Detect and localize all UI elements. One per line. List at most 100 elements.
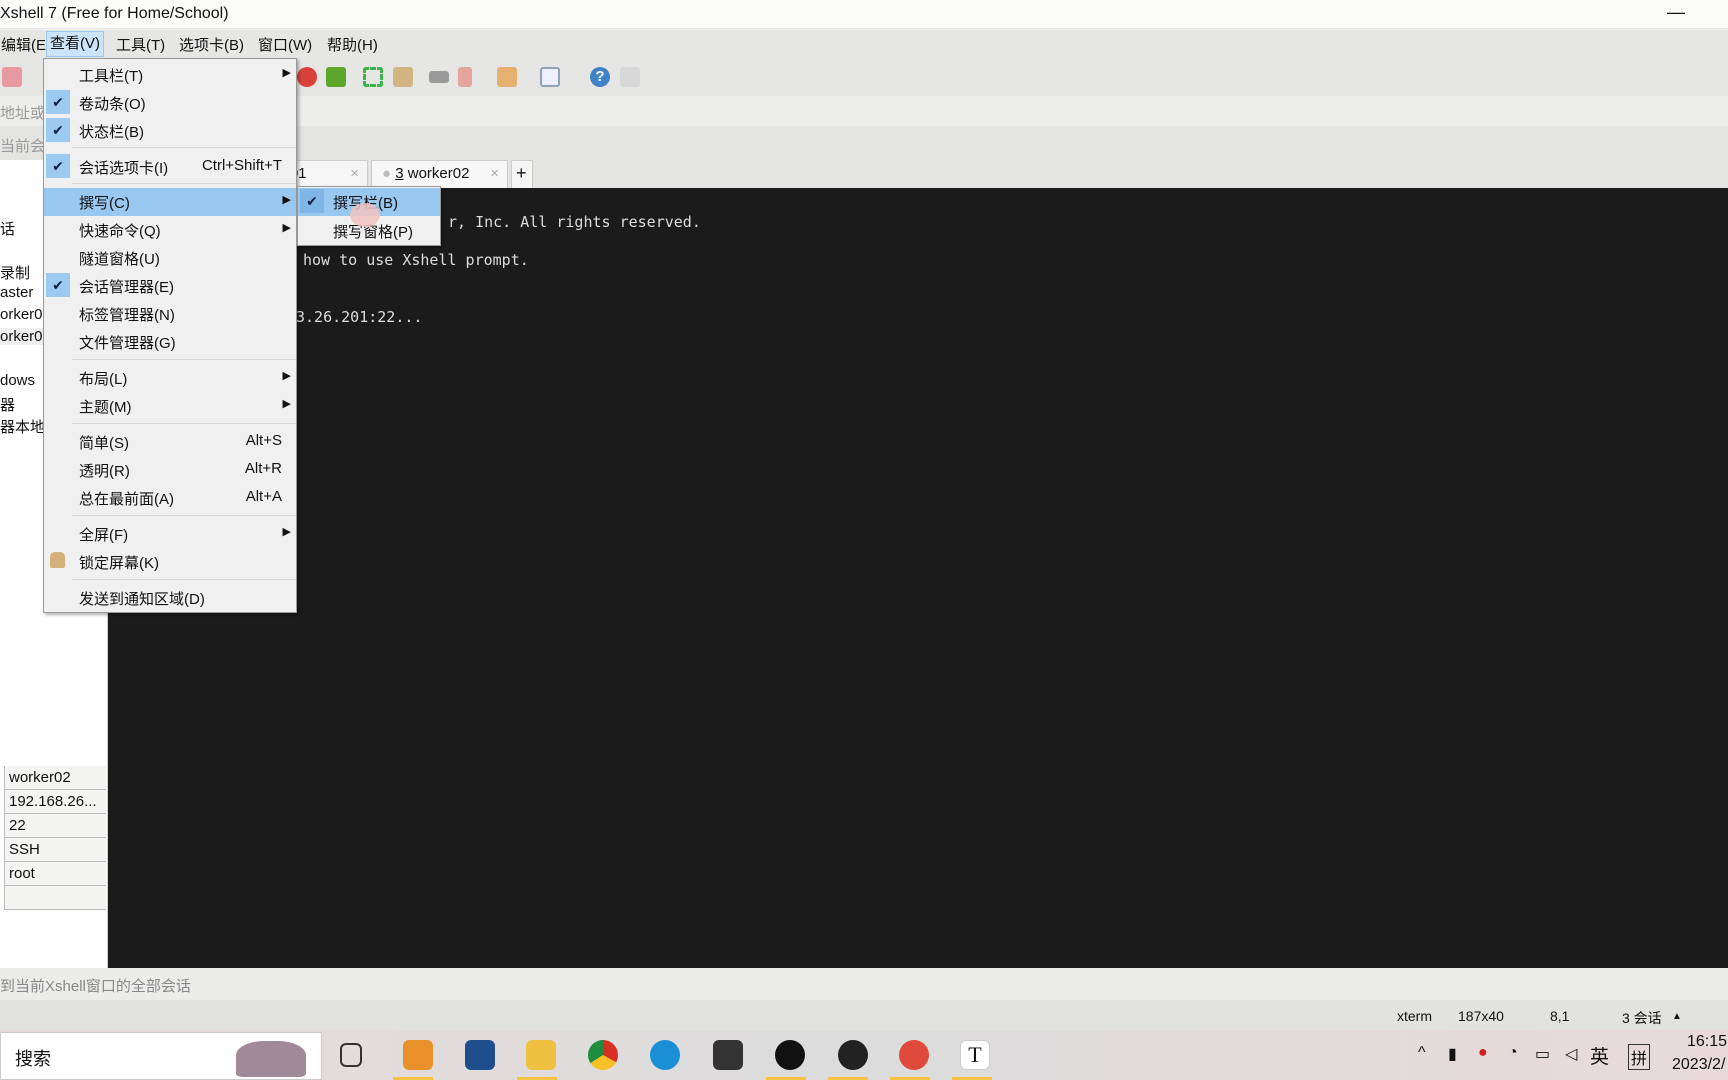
menu-item-text: 状态栏(B): [79, 124, 144, 141]
input-language[interactable]: 英: [1590, 1042, 1609, 1069]
tree-item[interactable]: 器: [0, 394, 15, 415]
menu-item-toolbar[interactable]: 工具栏(T) ▶: [44, 61, 296, 87]
menu-item-text: 发送到通知区域(D): [79, 591, 205, 608]
tree-item[interactable]: 录制: [0, 262, 30, 283]
view-menu: 工具栏(T) ▶ ✔ 卷动条(O) ✔ 状态栏(B) ✔ 会话选项卡(I) Ctrl+Sh…: [43, 58, 297, 613]
submenu-arrow-icon: ▶: [282, 194, 291, 206]
tree-item[interactable]: orker0: [0, 306, 43, 323]
help-icon[interactable]: ?: [590, 67, 610, 87]
menu-item-text: 标签管理器(N): [79, 307, 175, 324]
status-sessions[interactable]: 3 会话: [1622, 1008, 1662, 1028]
menu-item-quick-command[interactable]: 快速命令(Q) ▶: [44, 216, 296, 242]
menu-window[interactable]: 窗口(W): [255, 34, 315, 55]
menu-separator: [72, 515, 296, 516]
ime-mode[interactable]: 拼: [1628, 1044, 1651, 1070]
menu-item-layout[interactable]: 布局(L) ▶: [44, 364, 296, 390]
terminal-line: 3.26.201:22...: [296, 308, 423, 326]
menu-separator: [72, 423, 296, 424]
menu-item-session-tabs[interactable]: ✔ 会话选项卡(I) Ctrl+Shift+T: [44, 153, 296, 179]
menu-tabs[interactable]: 选项卡(B): [176, 34, 247, 55]
tray-chevron-icon[interactable]: ^: [1418, 1044, 1426, 1062]
menu-item-text: 总在最前面(A): [79, 491, 174, 508]
menu-item-fullscreen[interactable]: 全屏(F) ▶: [44, 520, 296, 546]
menu-item-lock-screen[interactable]: 锁定屏幕(K): [44, 548, 296, 574]
new-tab-button[interactable]: +: [511, 160, 533, 188]
menu-item-session-manager[interactable]: ✔ 会话管理器(E): [44, 272, 296, 298]
status-term: xterm: [1397, 1008, 1432, 1024]
status-dot-icon: ●: [382, 165, 392, 182]
menu-item-text: 卷动条(O): [79, 96, 146, 113]
clock-date[interactable]: 2023/2/: [1672, 1056, 1725, 1074]
menu-item-text: Alt+S: [245, 432, 282, 449]
layout-icon[interactable]: [540, 67, 560, 87]
tree-item[interactable]: 器本地: [0, 416, 45, 437]
menu-item-scrollbar[interactable]: ✔ 卷动条(O): [44, 89, 296, 115]
taskbar: 搜索 T ^ ▮ ● ◔ ▭ ◁ 英 拼 16:15 2023/2/: [0, 1030, 1728, 1080]
xmanager-icon[interactable]: [326, 67, 346, 87]
lock-icon: [50, 552, 65, 568]
menu-item-always-on-top[interactable]: 总在最前面(A) Alt+A: [44, 484, 296, 510]
microphone-icon[interactable]: ▮: [1448, 1044, 1457, 1064]
taskbar-search[interactable]: 搜索: [0, 1032, 322, 1080]
menu-item-text: 锁定屏幕(K): [79, 555, 159, 572]
qq-icon[interactable]: ●: [1478, 1044, 1488, 1062]
prop-protocol: SSH: [4, 838, 106, 862]
xftp-icon[interactable]: [297, 67, 317, 87]
explorer-icon[interactable]: [526, 1040, 556, 1070]
tree-item[interactable]: dows: [0, 372, 35, 389]
chrome-icon[interactable]: [588, 1040, 618, 1070]
menu-item-transparent[interactable]: 透明(R) Alt+R: [44, 456, 296, 482]
new-folder-icon[interactable]: [497, 67, 517, 87]
menu-help[interactable]: 帮助(H): [324, 34, 381, 55]
menu-item-tunnel[interactable]: 隧道窗格(U): [44, 244, 296, 270]
vmware-icon[interactable]: [403, 1040, 433, 1070]
hippo-image: [236, 1041, 306, 1077]
menu-item-theme[interactable]: 主题(M) ▶: [44, 392, 296, 418]
menu-item-text: 隧道窗格(U): [79, 251, 160, 268]
menu-view[interactable]: 查看(V): [46, 31, 104, 57]
terminal-line: how to use Xshell prompt.: [303, 251, 529, 269]
battery-icon[interactable]: ▭: [1535, 1044, 1550, 1064]
menu-item-text: 会话选项卡(I): [79, 160, 169, 177]
close-icon[interactable]: ×: [350, 165, 359, 182]
new-session-icon[interactable]: [2, 67, 22, 87]
sticky-notes-icon[interactable]: [713, 1040, 743, 1070]
xshell-icon[interactable]: [899, 1040, 929, 1070]
tab-worker02[interactable]: ● 3 worker02 ×: [371, 160, 508, 188]
wifi-icon[interactable]: ◔: [1508, 1044, 1518, 1062]
menu-item-tag-manager[interactable]: 标签管理器(N): [44, 300, 296, 326]
chat-icon[interactable]: [620, 67, 640, 87]
tree-item[interactable]: aster: [0, 284, 33, 301]
clock-time[interactable]: 16:15: [1687, 1033, 1727, 1051]
menu-item-file-manager[interactable]: 文件管理器(G): [44, 328, 296, 354]
menu-item-send-to-tray[interactable]: 发送到通知区域(D): [44, 584, 296, 610]
store-icon[interactable]: [465, 1040, 495, 1070]
menu-item-text: Alt+R: [244, 460, 282, 477]
close-icon[interactable]: ×: [490, 165, 499, 182]
menu-tools[interactable]: 工具(T): [113, 34, 168, 55]
app-icon[interactable]: [775, 1040, 805, 1070]
tree-item[interactable]: 话: [0, 218, 15, 239]
terminal[interactable]: r, Inc. All rights reserved. how to use …: [108, 188, 1728, 968]
sessions-up-icon[interactable]: ▲: [1672, 1011, 1682, 1022]
status-size: 187x40: [1458, 1008, 1504, 1024]
task-view-icon[interactable]: [340, 1043, 362, 1067]
typora-icon[interactable]: T: [960, 1040, 990, 1070]
fullscreen-icon[interactable]: [363, 67, 383, 87]
menu-item-statusbar[interactable]: ✔ 状态栏(B): [44, 117, 296, 143]
minimize-button[interactable]: —: [1667, 2, 1685, 23]
prop-port: 22: [4, 814, 106, 838]
highlight-icon[interactable]: [458, 67, 472, 87]
menu-item-text: 简单(S): [79, 435, 129, 452]
status-bar: xterm 187x40 8,1 3 会话 ▲: [0, 1000, 1728, 1030]
menu-item-simple[interactable]: 简单(S) Alt+S: [44, 428, 296, 454]
volume-icon[interactable]: ◁: [1565, 1044, 1577, 1064]
keyboard-icon[interactable]: [429, 71, 449, 83]
menu-separator: [72, 359, 296, 360]
obs-icon[interactable]: [838, 1040, 868, 1070]
menu-item-compose[interactable]: 撰写(C) ▶: [44, 188, 296, 216]
check-icon: ✔: [300, 189, 324, 213]
lock-icon[interactable]: [393, 67, 413, 87]
check-icon: ✔: [46, 90, 70, 114]
edge-icon[interactable]: [650, 1040, 680, 1070]
